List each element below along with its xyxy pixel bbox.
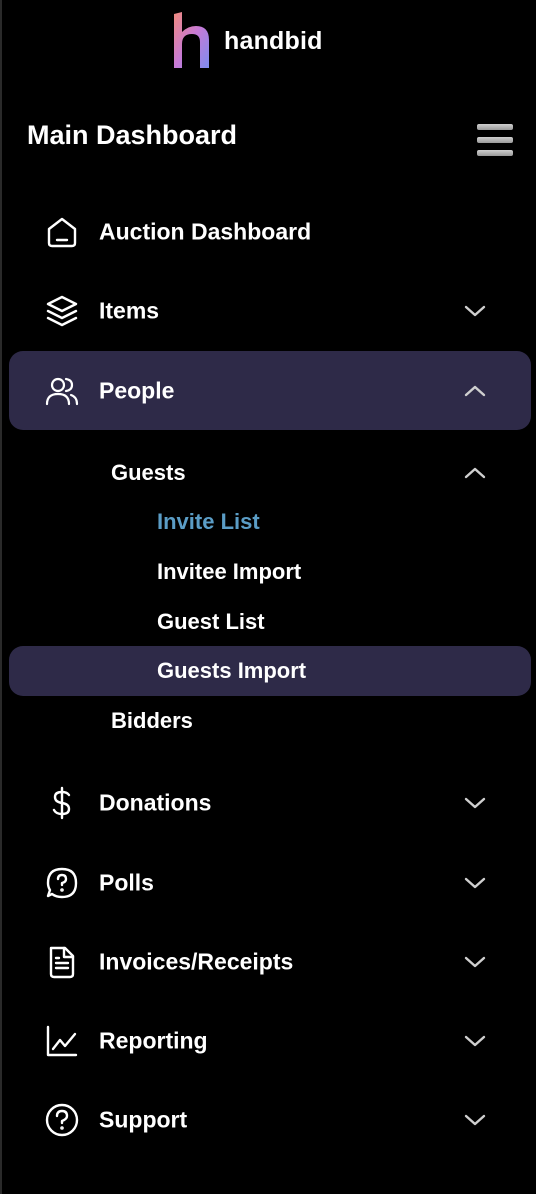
subnav-item-guests[interactable]: Guests	[9, 448, 531, 498]
chevron-up-icon[interactable]	[463, 379, 487, 403]
chevron-down-icon[interactable]	[463, 1029, 487, 1053]
subnav-item-label: Invite List	[157, 509, 260, 534]
chevron-down-icon[interactable]	[463, 299, 487, 323]
nav-item-items[interactable]: Items	[9, 271, 531, 350]
chevron-down-icon[interactable]	[463, 791, 487, 815]
chevron-down-icon[interactable]	[463, 950, 487, 974]
nav-item-auction-dashboard[interactable]: Auction Dashboard	[9, 192, 531, 271]
sidebar-left-border	[0, 0, 2, 1194]
brand-name: handbid	[224, 26, 323, 55]
nav-item-label: Auction Dashboard	[99, 218, 312, 244]
question-bubble-icon	[45, 866, 79, 900]
subnav-item-invite-list[interactable]: Invite List	[9, 497, 531, 547]
nav-item-donations[interactable]: Donations	[9, 763, 531, 842]
home-icon	[45, 215, 79, 249]
nav-item-invoices-receipts[interactable]: Invoices/Receipts	[9, 922, 531, 1001]
nav-item-label: Donations	[99, 789, 212, 815]
handbid-logo-icon	[174, 12, 209, 68]
subnav-item-label: Invitee Import	[157, 559, 302, 584]
subnav-item-label: Guests	[111, 460, 186, 485]
subnav-item-guests-import[interactable]: Guests Import	[9, 646, 531, 696]
nav-item-people[interactable]: People	[9, 351, 531, 430]
users-icon	[45, 374, 79, 408]
nav-item-reporting[interactable]: Reporting	[9, 1001, 531, 1080]
subnav-item-label: Guest List	[157, 609, 265, 634]
chevron-down-icon[interactable]	[463, 1108, 487, 1132]
nav-item-label: Support	[99, 1106, 188, 1132]
layers-icon	[45, 294, 79, 328]
subnav-item-guest-list[interactable]: Guest List	[9, 597, 531, 647]
dollar-icon	[45, 786, 79, 820]
nav-item-support[interactable]: Support	[9, 1080, 531, 1159]
chart-line-icon	[45, 1024, 79, 1058]
nav-item-label: Polls	[99, 869, 154, 895]
brand-logo[interactable]: handbid	[172, 10, 323, 70]
chevron-down-icon[interactable]	[463, 871, 487, 895]
hamburger-menu-icon[interactable]	[475, 122, 515, 158]
subnav-item-invitee-import[interactable]: Invitee Import	[9, 547, 531, 597]
help-circle-icon	[45, 1103, 79, 1137]
nav-item-label: Reporting	[99, 1027, 208, 1053]
nav-item-label: Invoices/Receipts	[99, 948, 294, 974]
nav-item-label: Items	[99, 297, 160, 323]
chevron-up-icon[interactable]	[463, 461, 487, 485]
subnav-item-bidders[interactable]: Bidders	[9, 696, 531, 746]
document-icon	[45, 945, 79, 979]
nav-item-polls[interactable]: Polls	[9, 843, 531, 922]
subnav-item-label: Bidders	[111, 708, 193, 733]
subnav-item-label: Guests Import	[157, 658, 307, 683]
page-title: Main Dashboard	[27, 120, 238, 150]
nav-item-label: People	[99, 377, 175, 403]
